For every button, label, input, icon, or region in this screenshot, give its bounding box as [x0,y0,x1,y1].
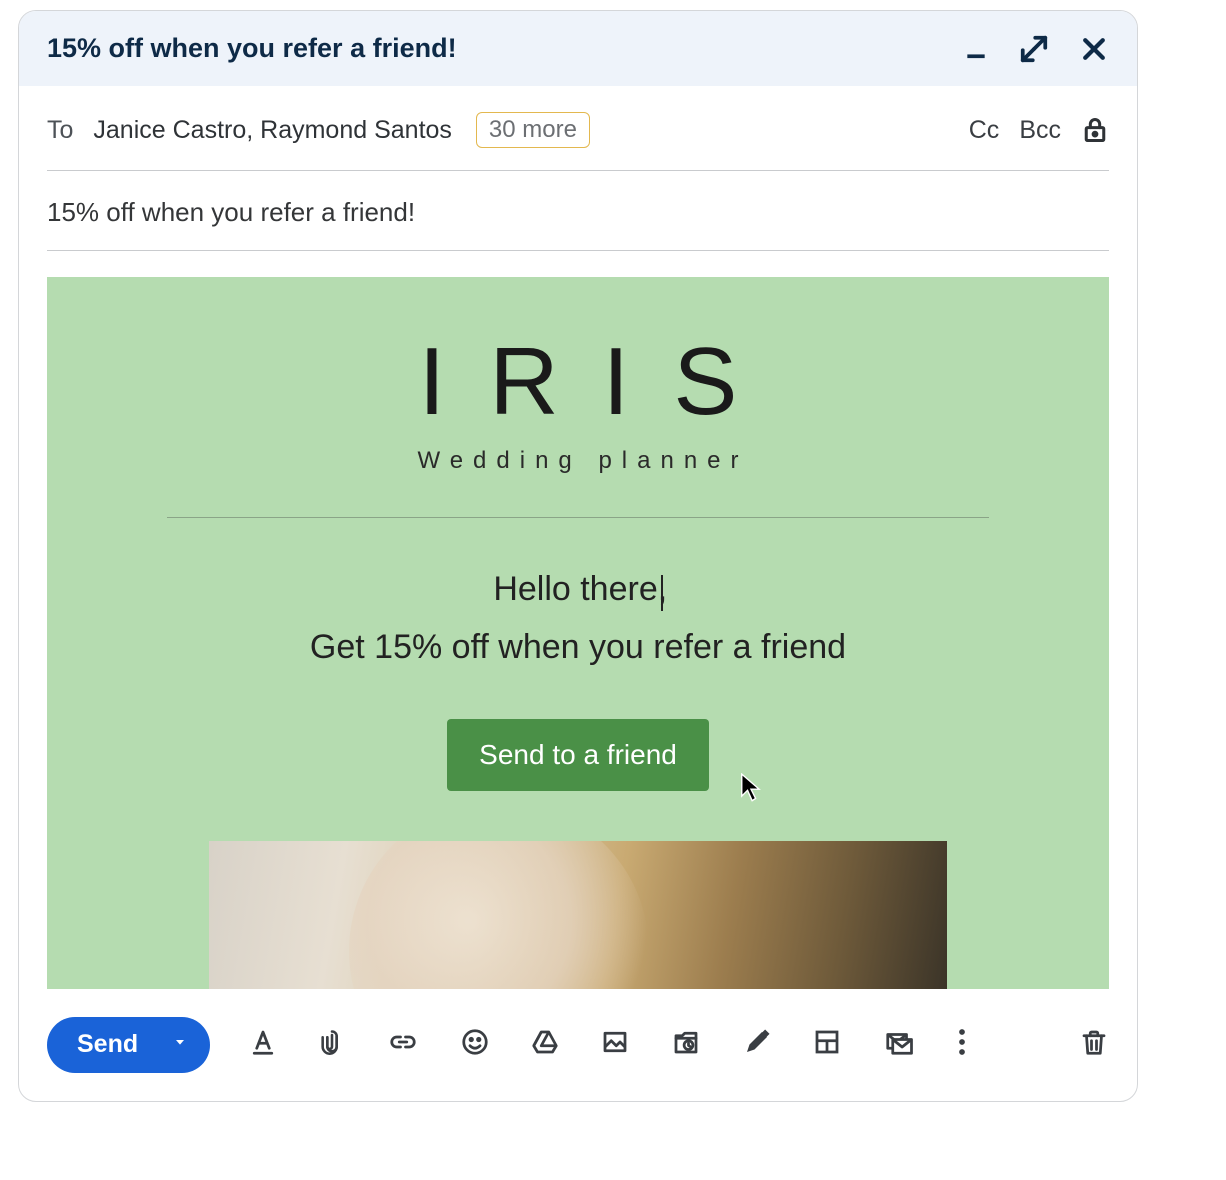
mail-merge-icon[interactable] [882,1027,916,1062]
offer-text[interactable]: Get 15% off when you refer a friend [47,628,1109,667]
greeting-text[interactable]: Hello there, [493,570,667,609]
minimize-icon[interactable] [963,36,989,62]
formatting-icons [248,1027,968,1062]
to-row[interactable]: To Janice Castro, Raymond Santos 30 more… [47,86,1109,171]
window-title: 15% off when you refer a friend! [47,33,457,64]
expand-icon[interactable] [1019,34,1049,64]
cta-button[interactable]: Send to a friend [447,719,709,791]
cc-button[interactable]: Cc [969,116,1000,145]
image-icon[interactable] [600,1027,630,1062]
send-dropdown-icon[interactable] [166,1034,210,1055]
to-recipients[interactable]: Janice Castro, Raymond Santos [93,116,452,145]
pen-icon[interactable] [742,1027,772,1062]
header-fields: To Janice Castro, Raymond Santos 30 more… [19,86,1137,251]
link-icon[interactable] [386,1027,420,1062]
divider [167,517,989,518]
compose-window: 15% off when you refer a friend! To Jani… [18,10,1138,1102]
more-icon[interactable] [956,1027,968,1062]
email-body-content[interactable]: IRIS Wedding planner Hello there, Get 15… [47,277,1109,989]
confidential-icon[interactable] [670,1027,702,1062]
brand-logo-text: IRIS [91,327,1109,437]
bcc-button[interactable]: Bcc [1019,116,1061,145]
text-format-icon[interactable] [248,1027,278,1062]
subject-row[interactable]: 15% off when you refer a friend! [47,171,1109,251]
layout-icon[interactable] [812,1027,842,1062]
brand-subtitle: Wedding planner [57,447,1109,475]
text-caret [661,575,663,611]
compose-toolbar: Send [19,989,1137,1101]
titlebar: 15% off when you refer a friend! [19,11,1137,86]
send-button[interactable]: Send [47,1017,210,1073]
drive-icon[interactable] [530,1027,560,1062]
more-recipients-badge[interactable]: 30 more [476,112,590,148]
close-icon[interactable] [1079,34,1109,64]
titlebar-actions [963,34,1109,64]
discard-icon[interactable] [1079,1026,1109,1063]
send-button-label: Send [47,1030,166,1059]
body-area[interactable]: IRIS Wedding planner Hello there, Get 15… [19,251,1137,989]
lock-icon[interactable] [1081,116,1109,144]
hero-image [209,841,947,989]
subject-input[interactable]: 15% off when you refer a friend! [47,197,1109,228]
attachment-icon[interactable] [318,1027,346,1062]
emoji-icon[interactable] [460,1027,490,1062]
to-label: To [47,116,73,145]
